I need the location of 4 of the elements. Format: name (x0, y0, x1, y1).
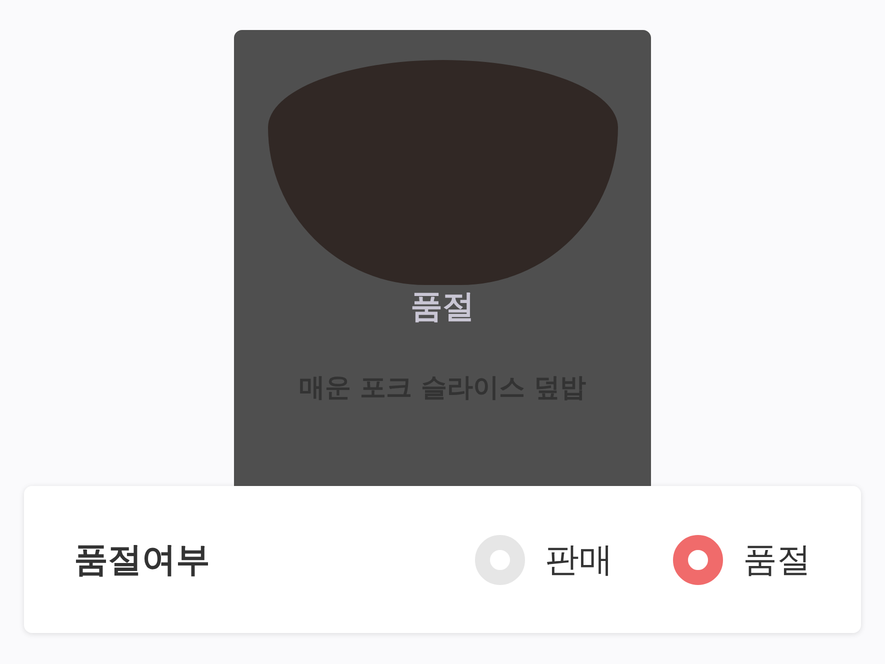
radio-option[interactable]: 판매 (475, 534, 613, 584)
radio-option[interactable]: 품절 (673, 534, 811, 584)
sold-out-label: 품절 (410, 286, 476, 327)
status-label: 품절여부 (74, 538, 211, 582)
